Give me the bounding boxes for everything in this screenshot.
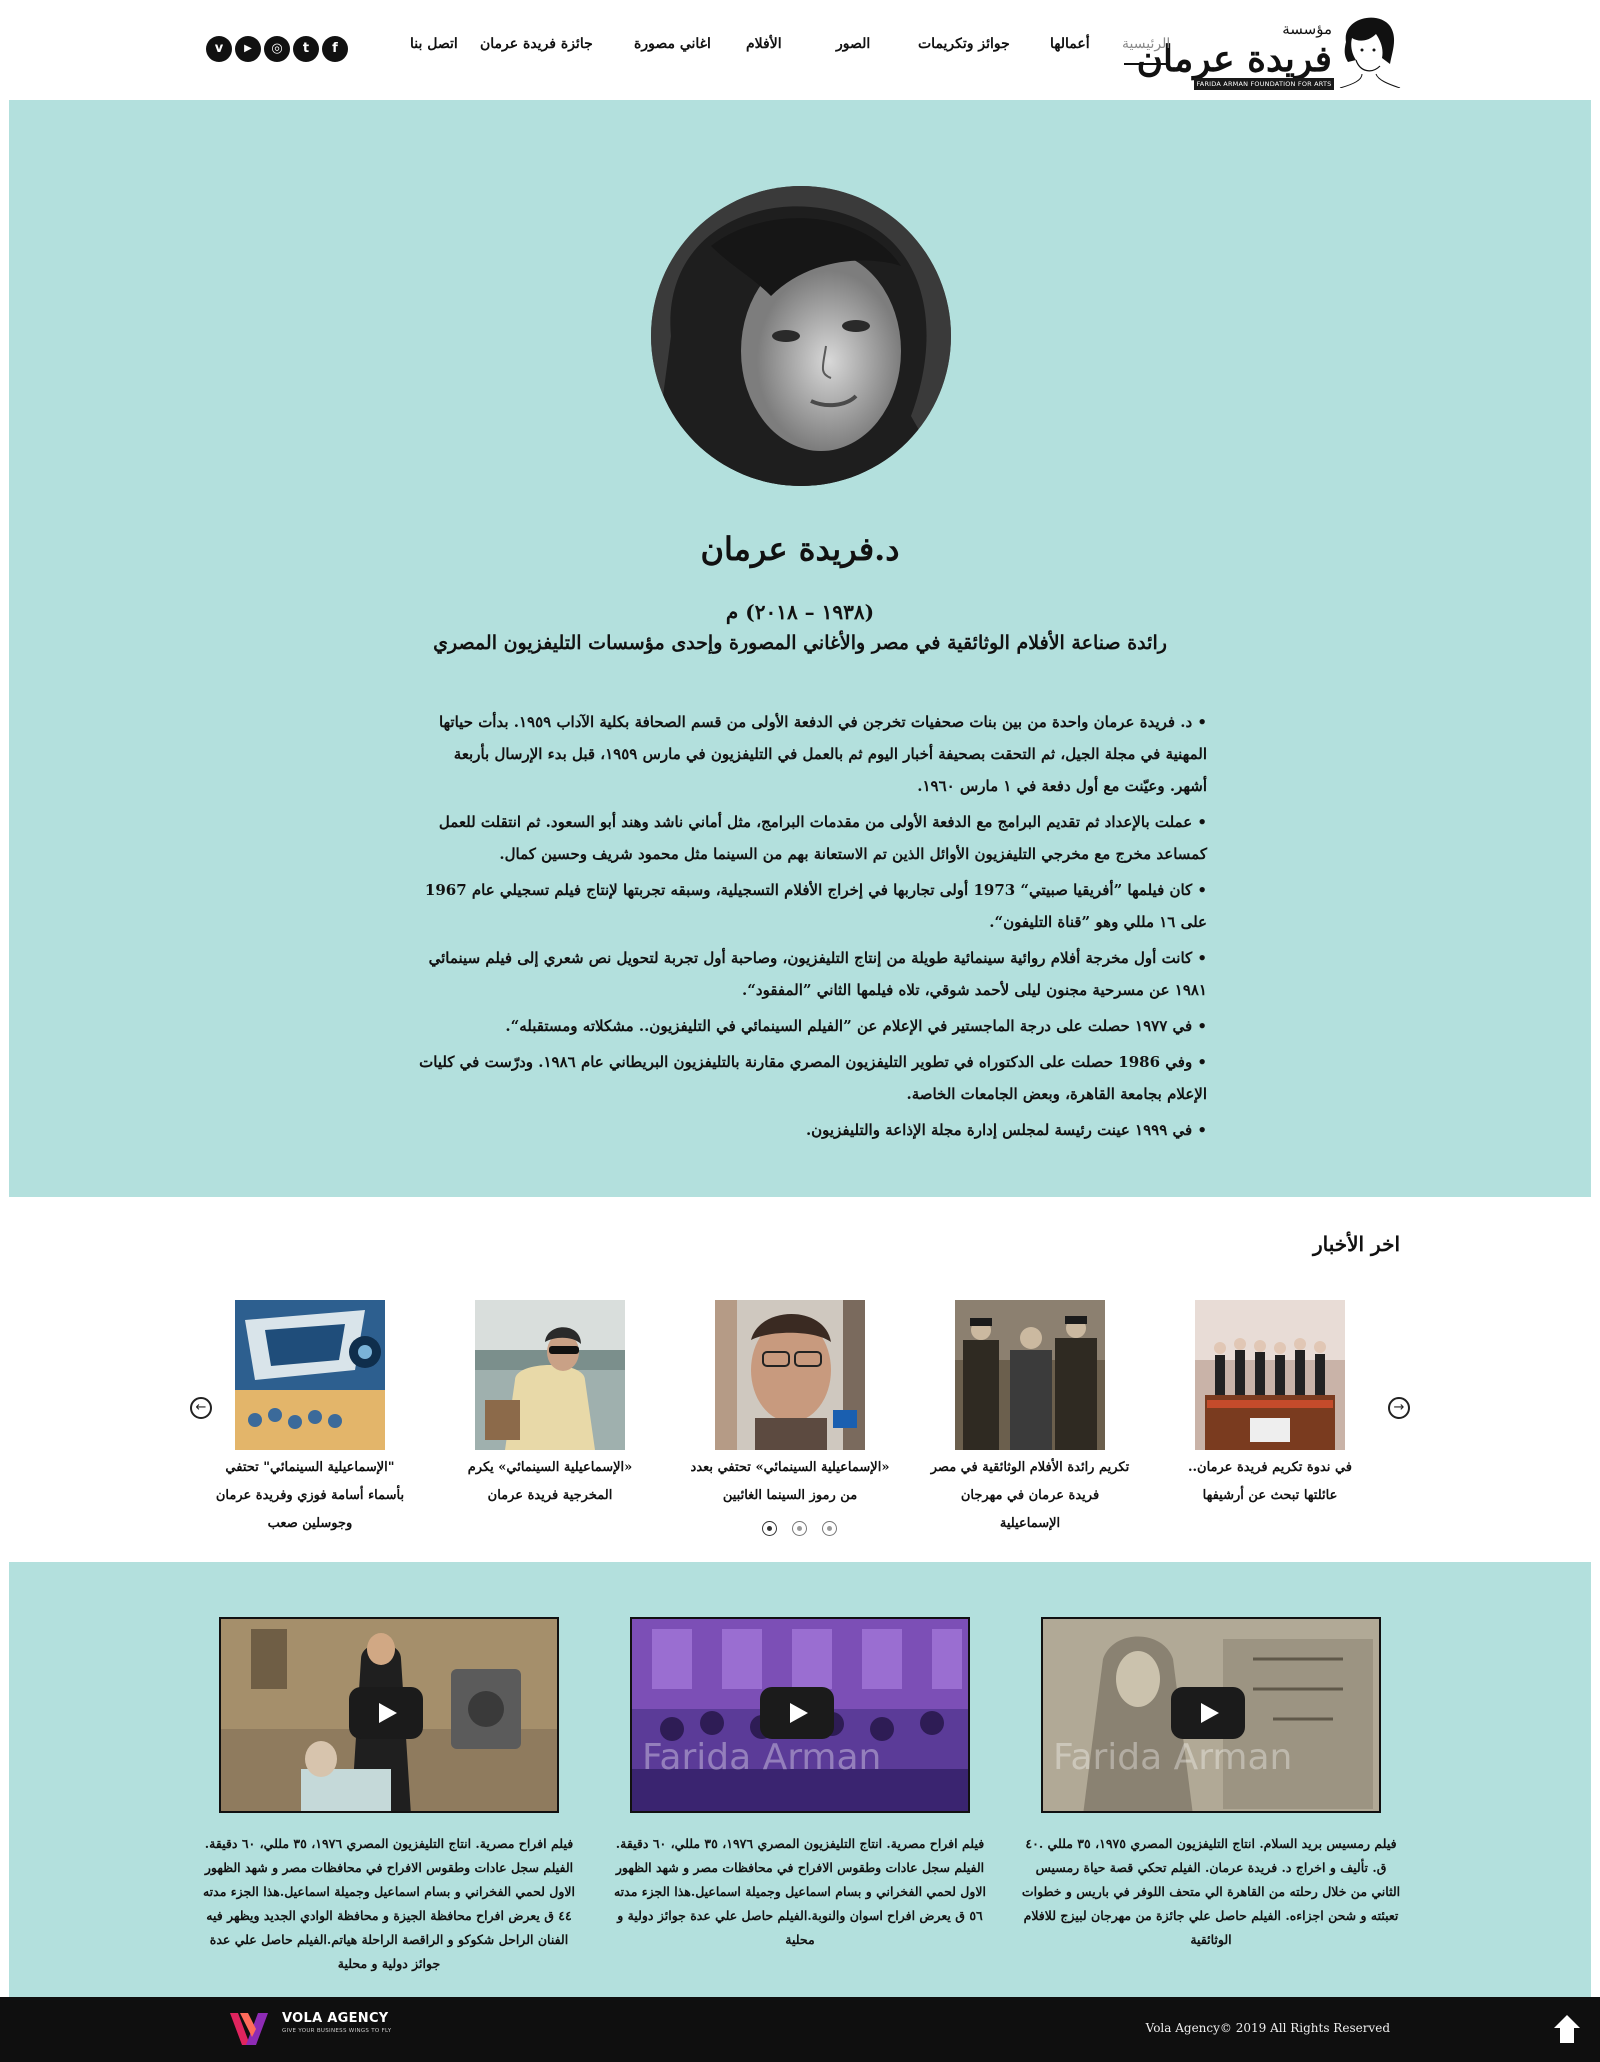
bio-item: كان فيلمها ”أفريقيا صبيتي“ 1973 أولى تجا…: [419, 874, 1207, 938]
nav-home[interactable]: الرئيسية: [1122, 36, 1170, 52]
twitter-icon[interactable]: t: [293, 36, 319, 62]
video-description: فيلم افراح مصرية. انتاج التليفزيون المصر…: [613, 1836, 987, 1947]
play-button-icon[interactable]: [760, 1687, 834, 1739]
vimeo-icon[interactable]: v: [206, 36, 232, 62]
bio-item: عملت بالإعداد ثم تقديم البرامج مع الدفعة…: [419, 806, 1207, 870]
bio-item: وفي 1986 حصلت على الدكتوراه في تطوير الت…: [419, 1046, 1207, 1110]
nav-works[interactable]: أعمالها: [1050, 36, 1090, 52]
agency-tagline: GIVE YOUR BUSINESS WINGS TO FLY: [282, 2028, 392, 2034]
nav-farida-award[interactable]: جائزة فريدة عرمان: [480, 36, 593, 52]
news-prev-arrow-icon[interactable]: ←: [190, 1397, 212, 1419]
copyright-text: Vola Agency© 2019 All Rights Reserved: [1145, 2021, 1390, 2035]
agency-name: VOLA AGENCY: [282, 2011, 389, 2026]
biography-list: د. فريدة عرمان واحدة من بين بنات صحفيات …: [419, 706, 1207, 1150]
farida-portrait-photo: [651, 186, 951, 486]
play-button-icon[interactable]: [1171, 1687, 1245, 1739]
video-player[interactable]: Farida Arman: [630, 1617, 970, 1813]
youtube-icon[interactable]: ▶: [235, 36, 261, 62]
news-thumbnail[interactable]: [1195, 1300, 1345, 1450]
pager-dot-2[interactable]: [792, 1521, 807, 1536]
latest-news-title: اخر الأخبار: [1312, 1232, 1400, 1256]
video-watermark: Farida Arman: [1053, 1737, 1293, 1778]
video-description: فيلم افراح مصرية. انتاج التليفزيون المصر…: [202, 1836, 576, 1971]
site-footer: VOLA AGENCY GIVE YOUR BUSINESS WINGS TO …: [0, 1997, 1600, 2062]
video-player[interactable]: [219, 1617, 559, 1813]
instagram-icon[interactable]: ◎: [264, 36, 290, 62]
news-caption[interactable]: في ندوة تكريم فريدة عرمان.. عائلتها تبحث…: [1170, 1454, 1370, 1510]
hero-subtitle: رائدة صناعة الأفلام الوثائقية في مصر وال…: [433, 632, 1167, 654]
video-description: فيلم رمسيس بريد السلام. انتاج التليفزيون…: [1021, 1836, 1401, 1947]
hero-name: د.فريدة عرمان: [700, 530, 900, 568]
biography-section: د.فريدة عرمان (١٩٣٨ – ٢٠١٨) م رائدة صناع…: [9, 100, 1591, 1197]
site-header: مؤسسة فريدة عرمان FARIDA ARMAN FOUNDATIO…: [0, 0, 1600, 100]
news-caption[interactable]: تكريم رائدة الأفلام الوثائقية في مصر فري…: [930, 1454, 1130, 1538]
bio-item: د. فريدة عرمان واحدة من بين بنات صحفيات …: [419, 706, 1207, 802]
news-caption[interactable]: «الإسماعيلية السينمائي» تحتفي بعدد من رم…: [690, 1454, 890, 1510]
pager-dot-3[interactable]: [822, 1521, 837, 1536]
nav-active-indicator: [1124, 63, 1166, 65]
hero-years: (١٩٣٨ – ٢٠١٨) م: [725, 600, 875, 624]
vola-agency-logo-icon[interactable]: [228, 2011, 276, 2047]
pager-dot-1[interactable]: [762, 1521, 777, 1536]
facebook-icon[interactable]: f: [322, 36, 348, 62]
news-thumbnail[interactable]: [475, 1300, 625, 1450]
nav-music-videos[interactable]: اغاني مصورة: [634, 36, 711, 52]
nav-contact[interactable]: اتصل بنا: [410, 36, 458, 52]
news-thumbnail[interactable]: [715, 1300, 865, 1450]
news-caption[interactable]: «الإسماعيلية السينمائي» يكرم المخرجية فر…: [450, 1454, 650, 1510]
nav-films[interactable]: الأفلام: [746, 36, 782, 52]
nav-awards[interactable]: جوائز وتكريمات: [918, 36, 1010, 52]
news-thumbnail[interactable]: [955, 1300, 1105, 1450]
news-caption[interactable]: "الإسماعيلية السينمائي" تحتفي بأسماء أسا…: [210, 1454, 410, 1538]
news-next-arrow-icon[interactable]: →: [1388, 1397, 1410, 1419]
video-watermark: Farida Arman: [642, 1737, 882, 1778]
bio-item: كانت أول مخرجة أفلام روائية سينمائية طوي…: [419, 942, 1207, 1006]
bio-item: في ١٩٩٩ عينت رئيسة لمجلس إدارة مجلة الإذ…: [419, 1114, 1207, 1146]
video-player[interactable]: Farida Arman: [1041, 1617, 1381, 1813]
bio-item: في ١٩٧٧ حصلت على درجة الماجستير في الإعل…: [419, 1010, 1207, 1042]
play-button-icon[interactable]: [349, 1687, 423, 1739]
back-to-top-arrow-icon[interactable]: [1552, 2013, 1582, 2045]
news-thumbnail[interactable]: [235, 1300, 385, 1450]
videos-section: Farida Arman فيلم رمسيس بريد السلام. انت…: [9, 1562, 1591, 1997]
nav-photos[interactable]: الصور: [836, 36, 870, 52]
